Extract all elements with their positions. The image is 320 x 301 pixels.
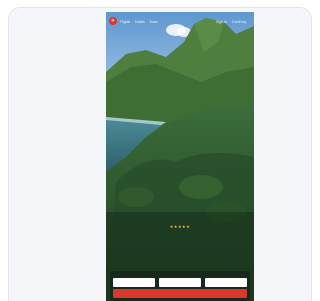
search-button[interactable] [113,289,247,298]
nav-item-hotels[interactable]: Hotels [135,20,145,24]
search-field-3[interactable] [205,278,247,287]
search-field-2[interactable] [159,278,201,287]
rating-stars: ★★★★★ [169,224,191,229]
top-navigation: ✈ Flights Hotels Tours Sign in Currency [106,12,254,32]
nav-item-tours[interactable]: Tours [149,20,158,24]
nav-item-sign-in[interactable]: Sign in [216,20,227,24]
mobile-screenshot: ✈ Flights Hotels Tours Sign in Currency … [106,12,254,301]
search-panel [110,271,250,301]
search-field-1[interactable] [113,278,155,287]
nav-item-flights[interactable]: Flights [120,20,130,24]
plane-icon: ✈ [110,17,116,24]
brand-logo[interactable]: ✈ [109,17,117,25]
preview-card: ✈ Flights Hotels Tours Sign in Currency … [8,7,312,301]
hero-landscape-image [106,12,254,301]
nav-item-currency[interactable]: Currency [232,20,246,24]
